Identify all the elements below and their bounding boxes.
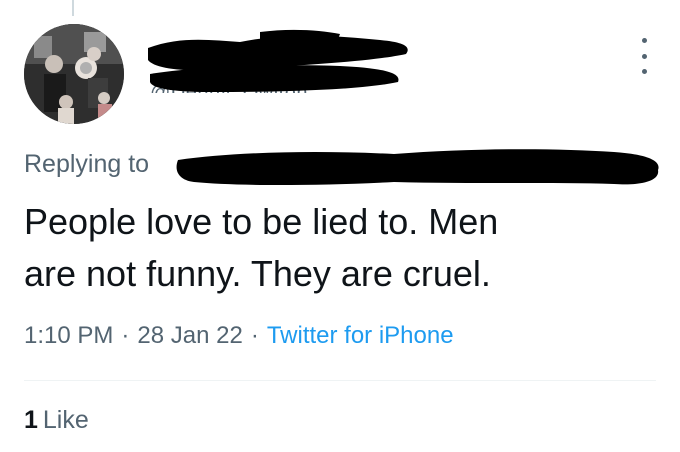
replying-to-redaction	[174, 146, 664, 190]
tweet-body: People love to be lied to. Men are not f…	[24, 196, 654, 300]
more-dot-icon	[641, 38, 647, 43]
more-dot-icon	[641, 69, 647, 74]
tweet-text-line: are not funny. They are cruel.	[24, 253, 491, 294]
likes-stat[interactable]: 1 Like	[24, 406, 89, 435]
meta-separator: ·	[250, 322, 259, 349]
meta-separator: ·	[121, 322, 130, 349]
more-dot-icon	[641, 53, 647, 59]
tweet-metadata: 1:10 PM · 28 Jan 22 · Twitter for iPhone	[24, 322, 454, 350]
author-name-redaction	[140, 26, 440, 116]
more-options-button[interactable]	[638, 38, 650, 74]
tweet-date[interactable]: 28 Jan 22	[137, 322, 242, 349]
likes-count: 1	[24, 406, 38, 434]
avatar-photo	[24, 24, 124, 124]
tweet-text-line: People love to be lied to. Men	[24, 201, 499, 242]
likes-label: Like	[42, 406, 89, 434]
replying-to-row: Replying to	[24, 146, 664, 190]
divider	[24, 380, 656, 381]
thread-connector-line	[72, 0, 74, 16]
avatar[interactable]	[24, 24, 124, 124]
replying-to-label: Replying to	[24, 150, 150, 178]
tweet-source-link[interactable]: Twitter for iPhone	[267, 322, 454, 349]
tweet-time[interactable]: 1:10 PM	[24, 322, 113, 349]
